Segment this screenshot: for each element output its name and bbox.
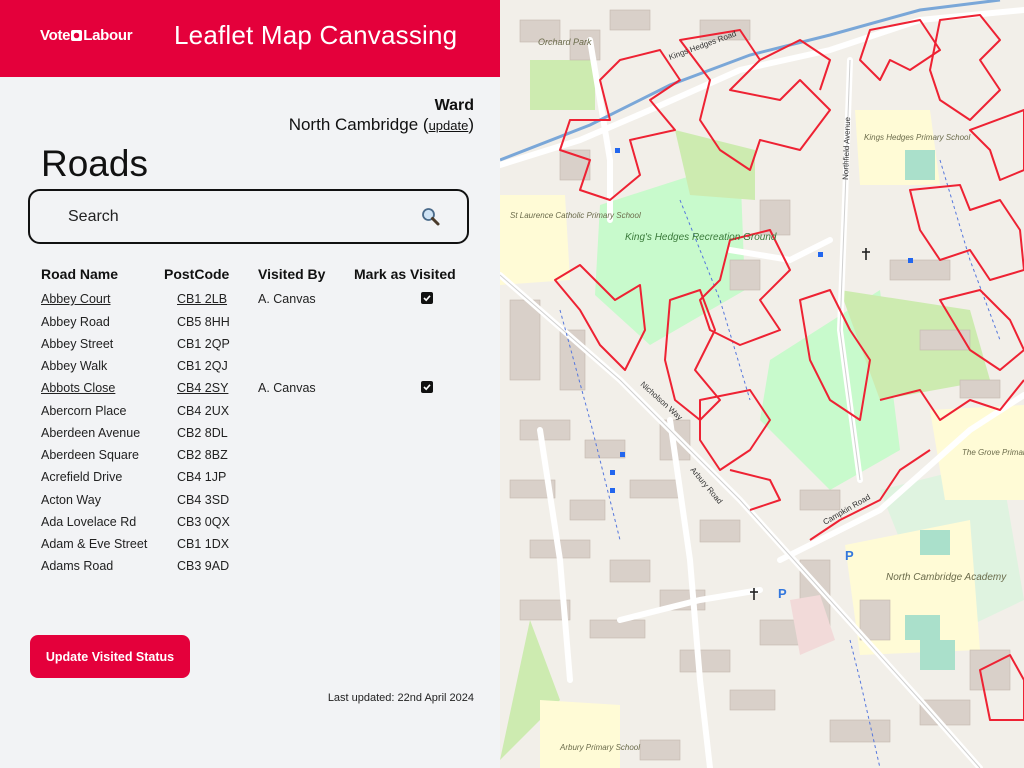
table-row: Abbots Close CB4 2SY A. Canvas [0,381,500,403]
road-name-cell: Acrefield Drive [41,470,123,484]
table-row: Abercorn Place CB4 2UX [0,404,500,426]
table-row: Abbey Walk CB1 2QJ [0,359,500,381]
table-row: Aberdeen Avenue CB2 8DL [0,426,500,448]
road-name-cell: Abbey Walk [41,359,108,373]
column-header-mark-visited: Mark as Visited [354,266,456,282]
map-label-st-laurence: St Laurence Catholic Primary School [510,211,641,220]
postcode-cell: CB2 8DL [177,426,228,440]
road-name-cell: Aberdeen Square [41,448,139,462]
roads-title: Roads [41,143,148,184]
postcode-cell: CB3 9AD [177,559,230,573]
check-icon [423,295,431,302]
search-icon[interactable] [420,206,442,228]
visited-by-cell: A. Canvas [258,292,316,306]
map-label-recreation: King's Hedges Recreation Ground [625,232,777,243]
last-updated: Last updated: 22nd April 2024 [327,692,474,704]
table-row: Ada Lovelace Rd CB3 0QX [0,515,500,537]
brand-first: Vote [40,27,71,44]
road-name-cell: Ada Lovelace Rd [41,515,137,529]
postcode-cell: CB3 0QX [177,515,230,529]
map-label-kings-hedges-school: Kings Hedges Primary School [864,133,970,142]
column-header-postcode: PostCode [164,266,230,282]
postcode-cell: CB4 3SD [177,493,230,507]
svg-text:P: P [778,586,787,601]
road-name-cell: Abercorn Place [41,404,127,418]
road-name-cell: Adams Road [41,559,114,573]
search-box[interactable] [28,189,469,244]
ward-name-line: North Cambridge (update) [288,115,474,134]
table-row: Adam & Eve Street CB1 1DX [0,537,500,559]
brand-second: Labour [83,27,133,44]
map-label-arbury-primary: Arbury Primary School [559,743,640,752]
ward-name: North Cambridge [288,115,419,134]
ward-update-link[interactable]: update [429,118,469,133]
table-row: Acrefield Drive CB4 1JP [0,470,500,492]
map-label-nca: North Cambridge Academy [886,572,1007,583]
postcode-cell: CB5 8HH [177,315,230,329]
map-canvas[interactable]: P P Orchard Park King's Hedges Recreatio… [500,0,1024,768]
map-label-grove-school: The Grove Primary School [962,448,1024,457]
postcode-cell: CB1 2QJ [177,359,228,373]
map-view[interactable]: P P Orchard Park King's Hedges Recreatio… [500,0,1024,768]
road-name-cell: Acton Way [41,493,101,507]
column-header-visited-by: Visited By [258,266,326,282]
table-row: Acton Way CB4 3SD [0,493,500,515]
road-name-cell[interactable]: Abbey Court [41,292,110,306]
visited-checkbox[interactable] [421,292,433,304]
ward-label: Ward [434,97,474,114]
visited-checkbox[interactable] [421,381,433,393]
table-row: Adams Road CB3 9AD [0,559,500,581]
postcode-cell: CB1 1DX [177,537,230,551]
visited-by-cell: A. Canvas [258,381,316,395]
check-icon [423,384,431,391]
map-label-orchard-park: Orchard Park [538,37,592,47]
table-row: Aberdeen Square CB2 8BZ [0,448,500,470]
page-title: Leaflet Map Canvassing [174,20,458,50]
road-name-cell[interactable]: Abbots Close [41,381,115,395]
road-name-cell: Aberdeen Avenue [41,426,141,440]
update-visited-button[interactable]: Update Visited Status [30,635,190,678]
postcode-cell: CB1 2QP [177,337,230,351]
brand-logo: Vote Labour [40,27,133,44]
rose-icon [71,30,83,41]
road-name-cell: Adam & Eve Street [41,537,148,551]
table-row: Abbey Street CB1 2QP [0,337,500,359]
postcode-cell[interactable]: CB1 2LB [177,292,227,306]
search-input[interactable] [68,204,398,230]
st-laurence-school-area [500,195,570,285]
postcode-cell: CB4 1JP [177,470,227,484]
table-row: Abbey Road CB5 8HH [0,315,500,337]
road-name-cell: Abbey Road [41,315,110,329]
svg-text:P: P [845,548,854,563]
sidebar-panel: Vote Labour Leaflet Map Canvassing Ward N… [0,0,500,768]
road-name-cell: Abbey Street [41,337,114,351]
postcode-cell: CB4 2UX [177,404,230,418]
postcode-cell[interactable]: CB4 2SY [177,381,228,395]
column-header-road-name: Road Name [41,266,119,282]
app-header: Vote Labour Leaflet Map Canvassing [0,0,500,77]
postcode-cell: CB2 8BZ [177,448,228,462]
table-row: Abbey Court CB1 2LB A. Canvas [0,292,500,314]
